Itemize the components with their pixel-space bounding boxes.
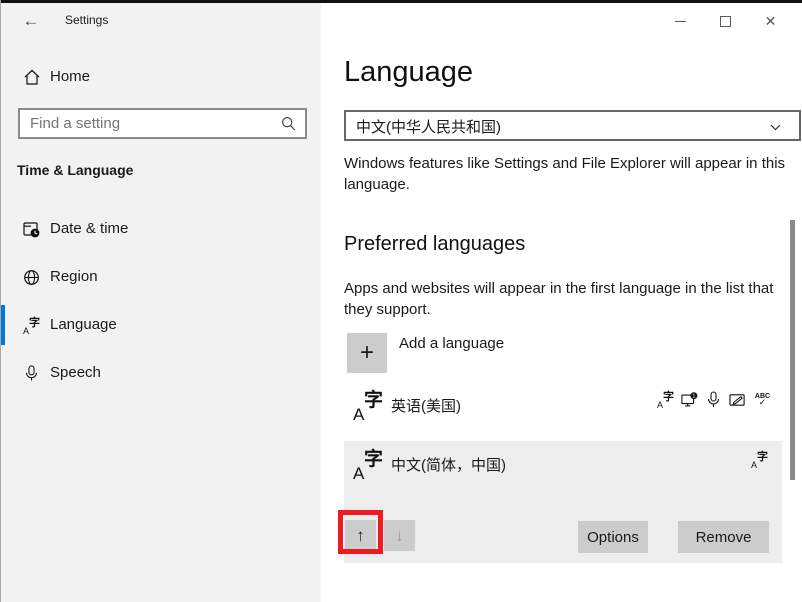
remove-button[interactable]: Remove	[678, 521, 769, 553]
scrollbar-thumb[interactable]	[790, 220, 795, 480]
sidebar-item-language[interactable]: 字 A Language	[1, 305, 321, 345]
search-box[interactable]	[18, 108, 307, 139]
sidebar-item-date-time[interactable]: Date & time	[1, 209, 321, 249]
close-button[interactable]: ✕	[748, 8, 793, 34]
handwriting-icon	[729, 391, 746, 409]
main-content: ✕ Language 中文(中华人民共和国) Windows features …	[321, 3, 802, 602]
spellcheck-icon: ABC ✓	[753, 391, 772, 406]
add-language-button[interactable]: +	[347, 333, 387, 373]
language-row-english[interactable]: 字 A 英语(美国) 字 A 1	[344, 382, 782, 435]
windows-display-language-dropdown[interactable]: 中文(中华人民共和国)	[344, 110, 801, 141]
up-arrow-icon: ↑	[356, 526, 365, 545]
settings-window: ← Settings Home Time & Language	[0, 0, 802, 602]
selected-accent-bar	[1, 305, 5, 345]
search-input[interactable]	[30, 112, 270, 135]
preferred-languages-description: Apps and websites will appear in the fir…	[344, 278, 779, 320]
sidebar: ← Settings Home Time & Language	[1, 3, 321, 602]
language-pack-icon: 字 A	[751, 451, 768, 468]
language-pack-icon: 字 A	[657, 391, 674, 408]
minimize-icon	[675, 21, 686, 22]
sidebar-item-region[interactable]: Region	[1, 257, 321, 297]
plus-icon: +	[360, 339, 374, 366]
sidebar-item-label: Speech	[50, 364, 101, 381]
language-pack-icon: 字 A	[353, 448, 383, 481]
window-controls: ✕	[658, 8, 793, 34]
sidebar-item-label: Date & time	[50, 220, 128, 237]
options-button[interactable]: Options	[578, 521, 648, 553]
language-icon: 字 A	[23, 317, 40, 334]
language-feature-icons: 字 A 1	[657, 391, 772, 409]
minimize-button[interactable]	[658, 8, 703, 34]
language-pack-icon: 字 A	[353, 389, 383, 422]
language-row-chinese[interactable]: 字 A 中文(简体，中国) 字 A ↑ ↓ Options Remove	[344, 441, 782, 563]
move-up-button[interactable]: ↑	[345, 520, 376, 551]
sidebar-item-label: Language	[50, 316, 117, 333]
display-language-description: Windows features like Settings and File …	[344, 153, 789, 195]
dropdown-value: 中文(中华人民共和国)	[356, 116, 501, 137]
svg-text:1: 1	[692, 394, 695, 400]
globe-icon	[23, 269, 40, 286]
window-top-border	[1, 0, 802, 3]
back-button[interactable]: ←	[19, 9, 43, 33]
add-language-label: Add a language	[399, 335, 504, 352]
sidebar-item-home[interactable]: Home	[1, 61, 321, 95]
down-arrow-icon: ↓	[395, 526, 404, 545]
page-title: Language	[344, 56, 473, 89]
sidebar-item-speech[interactable]: Speech	[1, 353, 321, 393]
app-title: Settings	[65, 13, 108, 27]
sidebar-section-title: Time & Language	[17, 162, 133, 178]
microphone-icon	[23, 365, 40, 382]
display-language-icon: 1	[681, 391, 698, 409]
maximize-button[interactable]	[703, 8, 748, 34]
home-icon	[23, 69, 41, 86]
speech-icon	[705, 391, 722, 409]
language-name: 英语(美国)	[391, 395, 461, 416]
search-icon	[281, 116, 296, 132]
language-name: 中文(简体，中国)	[391, 454, 506, 475]
close-icon: ✕	[765, 14, 777, 28]
chevron-down-icon	[770, 124, 781, 131]
sidebar-item-label: Region	[50, 268, 98, 285]
preferred-languages-title: Preferred languages	[344, 233, 525, 256]
maximize-icon	[720, 16, 731, 27]
back-arrow-icon: ←	[23, 11, 40, 30]
move-down-button[interactable]: ↓	[384, 520, 415, 551]
calendar-clock-icon	[23, 221, 40, 238]
sidebar-item-label: Home	[50, 68, 90, 85]
